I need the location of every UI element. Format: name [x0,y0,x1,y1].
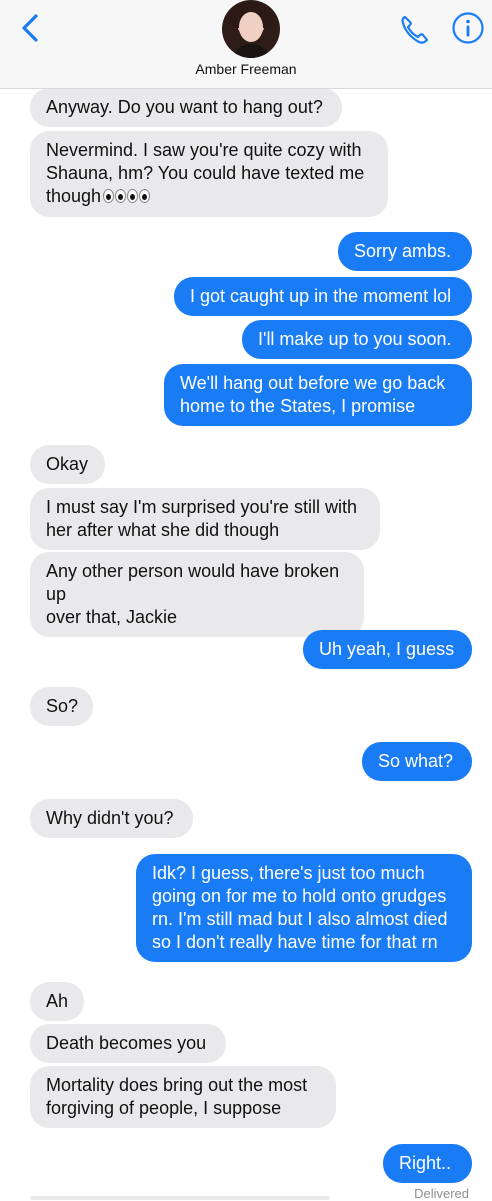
info-icon[interactable] [451,11,485,45]
message-bubble-incoming[interactable]: Death becomes you [30,1024,226,1063]
message-thread[interactable]: Anyway. Do you want to hang out? Nevermi… [0,0,492,1201]
message-bubble-outgoing[interactable]: Uh yeah, I guess [303,630,472,669]
message-bubble-incoming[interactable]: Ah [30,982,84,1021]
message-bubble-incoming[interactable]: Mortality does bring out the most forgiv… [30,1066,336,1128]
avatar[interactable] [222,0,280,58]
chevron-left-icon[interactable] [14,10,44,46]
message-bubble-outgoing[interactable]: Idk? I guess, there's just too much goin… [136,854,472,962]
message-bubble-outgoing[interactable]: I got caught up in the moment lol [174,277,472,316]
delivered-status: Delivered [414,1186,469,1201]
message-bubble-incoming[interactable]: I must say I'm surprised you're still wi… [30,488,380,550]
message-bubble-outgoing[interactable]: I'll make up to you soon. [242,320,472,359]
message-bubble-incoming[interactable]: Why didn't you? [30,799,193,838]
partial-bubble-edge [30,1196,330,1200]
message-bubble-incoming[interactable]: Nevermind. I saw you're quite cozy with … [30,131,388,217]
message-bubble-incoming[interactable]: Okay [30,445,105,484]
message-bubble-outgoing[interactable]: We'll hang out before we go back home to… [164,364,472,426]
phone-icon[interactable] [397,12,433,48]
message-bubble-incoming[interactable]: So? [30,687,93,726]
message-bubble-outgoing[interactable]: Right.. [383,1144,472,1183]
message-bubble-incoming[interactable]: Any other person would have broken up ov… [30,552,364,637]
message-bubble-incoming[interactable]: Anyway. Do you want to hang out? [30,88,342,127]
contact-name[interactable]: Amber Freeman [0,61,492,77]
conversation-header: Amber Freeman [0,0,492,89]
eyes-emoji-icon [103,186,151,209]
message-bubble-outgoing[interactable]: Sorry ambs. [338,232,472,271]
message-bubble-outgoing[interactable]: So what? [362,742,472,781]
